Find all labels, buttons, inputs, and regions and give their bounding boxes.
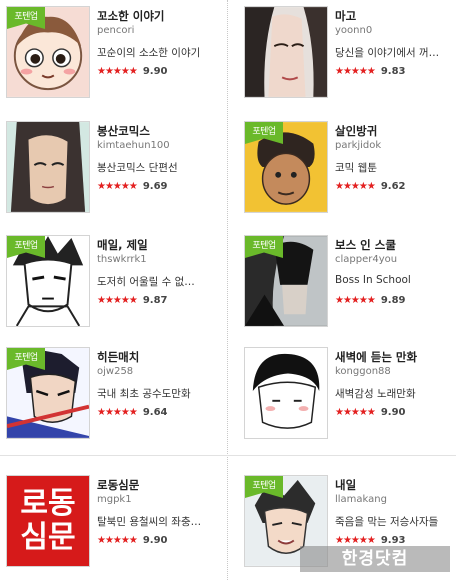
webtoon-card-rodong-simmun[interactable]: 로동심문 로동심문 mgpk1 탈북민 용철씨의 좌충… ★★★★★ 9.90 [6,475,226,575]
author-id: thswkrrk1 [97,254,147,265]
author-id: yoonn0 [335,25,373,36]
description: 도저히 어울릴 수 없… [97,276,195,288]
rating: ★★★★★ 9.62 [335,181,406,192]
score: 9.90 [142,535,168,546]
rating: ★★★★★ 9.69 [97,181,168,192]
star-rating-icon: ★★★★★ [97,407,138,418]
webtoon-card-salinbanggwi[interactable]: 포텐업 살인방귀 parkjidok 코믹 웹툰 ★★★★★ 9.62 [244,121,456,221]
star-rating-icon: ★★★★★ [97,295,138,306]
score: 9.69 [142,181,168,192]
webtoon-card-mago[interactable]: 마고 yoonn0 당신을 이야기에서 꺼… ★★★★★ 9.83 [244,6,456,106]
thumbnail[interactable] [244,347,328,439]
section-divider [0,455,456,456]
description: 코믹 웹툰 [335,162,377,174]
rating: ★★★★★ 9.87 [97,295,168,306]
webtoon-card-maeil-jeil[interactable]: 포텐업 매일, 제일 thswkrrk1 도저히 어울릴 수 없… ★★★★★ 9… [6,235,226,335]
author-id: konggon88 [335,366,391,377]
webtoon-title[interactable]: 로동심문 [97,477,139,493]
webtoon-title[interactable]: 살인방귀 [335,123,377,139]
star-rating-icon: ★★★★★ [97,535,138,546]
description: 새벽감성 노래만화 [335,388,416,400]
score: 9.62 [380,181,406,192]
rating: ★★★★★ 9.90 [97,535,168,546]
webtoon-title[interactable]: 매일, 제일 [97,237,148,253]
score: 9.90 [142,66,168,77]
webtoon-title[interactable]: 새벽에 듣는 만화 [335,349,417,365]
star-rating-icon: ★★★★★ [335,535,376,546]
author-id: pencori [97,25,135,36]
star-rating-icon: ★★★★★ [335,295,376,306]
rating: ★★★★★ 9.83 [335,66,406,77]
description: 봉산코믹스 단편선 [97,162,178,174]
description: 꼬순이의 소소한 이야기 [97,47,201,59]
star-rating-icon: ★★★★★ [335,407,376,418]
score: 9.83 [380,66,406,77]
score: 9.87 [142,295,168,306]
description: 죽음을 막는 저승사자들 [335,516,439,528]
webtoon-card-boss-in-school[interactable]: 포텐업 보스 인 스쿨 clapper4you Boss In School ★… [244,235,456,335]
rating: ★★★★★ 9.64 [97,407,168,418]
rating: ★★★★★ 9.90 [97,66,168,77]
webtoon-card-kkosohan[interactable]: 포텐업 꼬소한 이야기 pencori 꼬순이의 소소한 이야기 ★★★★★ 9.… [6,6,226,106]
webtoon-title[interactable]: 보스 인 스쿨 [335,237,396,253]
webtoon-title[interactable]: 히든매치 [97,349,139,365]
description: 국내 최초 공수도만화 [97,388,191,400]
author-id: kimtaehun100 [97,140,170,151]
webtoon-title[interactable]: 봉산코믹스 [97,123,150,139]
watermark: 한경닷컴 [300,546,450,572]
score: 9.93 [380,535,406,546]
webtoon-card-hidden-match[interactable]: 포텐업 히든매치 ojw258 국내 최초 공수도만화 ★★★★★ 9.64 [6,347,226,447]
author-id: mgpk1 [97,494,132,505]
thumbnail[interactable]: 포텐업 [244,121,328,213]
author-id: clapper4you [335,254,398,265]
rodong-simmun-logo: 로동심문 [7,476,89,566]
author-id: parkjidok [335,140,382,151]
score: 9.89 [380,295,406,306]
rating: ★★★★★ 9.89 [335,295,406,306]
thumbnail[interactable]: 포텐업 [244,235,328,327]
star-rating-icon: ★★★★★ [335,181,376,192]
thumbnail[interactable]: 포텐업 [6,347,90,439]
rating: ★★★★★ 9.90 [335,407,406,418]
score: 9.64 [142,407,168,418]
thumbnail[interactable] [6,121,90,213]
thumbnail[interactable]: 포텐업 [6,235,90,327]
webtoon-card-saebyeok[interactable]: 새벽에 듣는 만화 konggon88 새벽감성 노래만화 ★★★★★ 9.90 [244,347,456,447]
thumbnail[interactable]: 로동심문 [6,475,90,567]
score: 9.90 [380,407,406,418]
webtoon-title[interactable]: 마고 [335,8,356,24]
star-rating-icon: ★★★★★ [97,66,138,77]
webtoon-card-bongsan[interactable]: 봉산코믹스 kimtaehun100 봉산코믹스 단편선 ★★★★★ 9.69 [6,121,226,221]
description: Boss In School [335,274,411,286]
webtoon-title[interactable]: 꼬소한 이야기 [97,8,164,24]
description: 당신을 이야기에서 꺼… [335,47,440,59]
column-divider [227,0,228,580]
author-id: llamakang [335,494,387,505]
description: 탈북민 용철씨의 좌충… [97,516,202,528]
thumbnail[interactable] [244,6,328,98]
star-rating-icon: ★★★★★ [97,181,138,192]
star-rating-icon: ★★★★★ [335,66,376,77]
rating: ★★★★★ 9.93 [335,535,406,546]
webtoon-title[interactable]: 내일 [335,477,356,493]
thumbnail[interactable]: 포텐업 [6,6,90,98]
author-id: ojw258 [97,366,134,377]
